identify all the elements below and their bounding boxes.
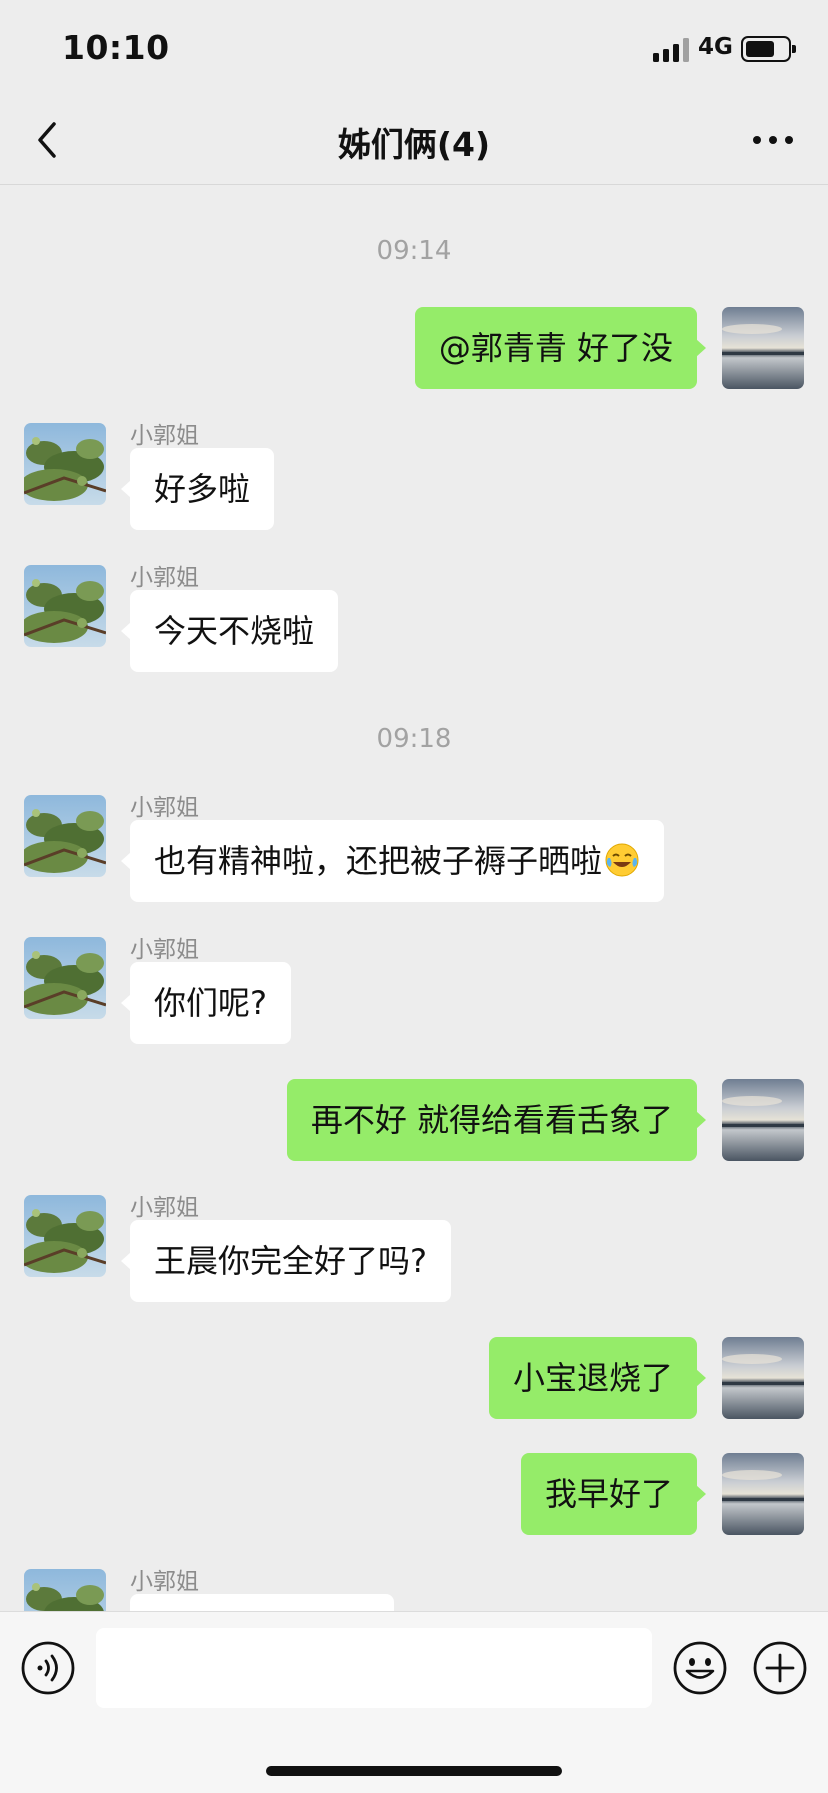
outgoing-message[interactable]: 小宝退烧了 [488, 1337, 707, 1419]
incoming-message[interactable]: 也有精神啦，还把被子褥子晒啦 [120, 820, 665, 902]
outgoing-message[interactable]: @郭青青 好了没 [414, 307, 707, 389]
my-avatar[interactable] [722, 1079, 804, 1161]
status-time: 10:10 [62, 28, 170, 67]
incoming-message[interactable]: 王晨你完全好了吗? [121, 1220, 451, 1302]
voice-icon [21, 1641, 75, 1695]
network-type: 4G [698, 34, 733, 60]
sender-avatar[interactable] [24, 937, 106, 1019]
message-timestamp: 09:18 [376, 724, 452, 754]
sender-avatar[interactable] [24, 1195, 106, 1277]
sender-avatar[interactable] [24, 565, 106, 647]
voice-button[interactable] [20, 1640, 76, 1696]
sender-name: 小郭姐 [130, 795, 199, 821]
sender-name: 小郭姐 [130, 1569, 199, 1595]
signal-strength-icon [653, 38, 689, 62]
battery-icon [741, 36, 796, 62]
chat-title: 姊们俩(4) [337, 125, 491, 164]
message-input[interactable] [96, 1628, 652, 1708]
sender-name: 小郭姐 [130, 1195, 199, 1221]
laughing-crying-emoji-icon [605, 843, 639, 877]
sender-name: 小郭姐 [130, 423, 199, 449]
outgoing-message[interactable]: 我早好了 [520, 1453, 707, 1535]
sender-name: 小郭姐 [130, 565, 199, 591]
my-avatar[interactable] [722, 1453, 804, 1535]
incoming-message[interactable]: 好多啦 [120, 448, 275, 530]
sender-avatar[interactable] [24, 795, 106, 877]
more-functions-button[interactable] [752, 1640, 808, 1696]
sender-name: 小郭姐 [130, 937, 199, 963]
chat-header: 姊们俩(4) [0, 96, 828, 185]
outgoing-message[interactable]: 再不好 就得给看看舌象了 [286, 1079, 707, 1161]
plus-icon [753, 1641, 807, 1695]
incoming-message[interactable]: 今天不烧啦 [120, 590, 339, 672]
more-dots-icon [753, 136, 793, 144]
my-avatar[interactable] [722, 307, 804, 389]
smiley-icon [673, 1641, 727, 1695]
emoji-button[interactable] [672, 1640, 728, 1696]
more-options-button[interactable] [748, 116, 798, 164]
message-text: 也有精神啦，还把被子褥子晒啦 [154, 842, 603, 880]
sender-avatar[interactable] [24, 423, 106, 505]
message-timestamp: 09:14 [376, 236, 452, 266]
home-indicator [266, 1766, 562, 1776]
my-avatar[interactable] [722, 1337, 804, 1419]
status-bar: 10:10 4G [0, 0, 828, 96]
incoming-message[interactable]: 你们呢? [121, 962, 291, 1044]
